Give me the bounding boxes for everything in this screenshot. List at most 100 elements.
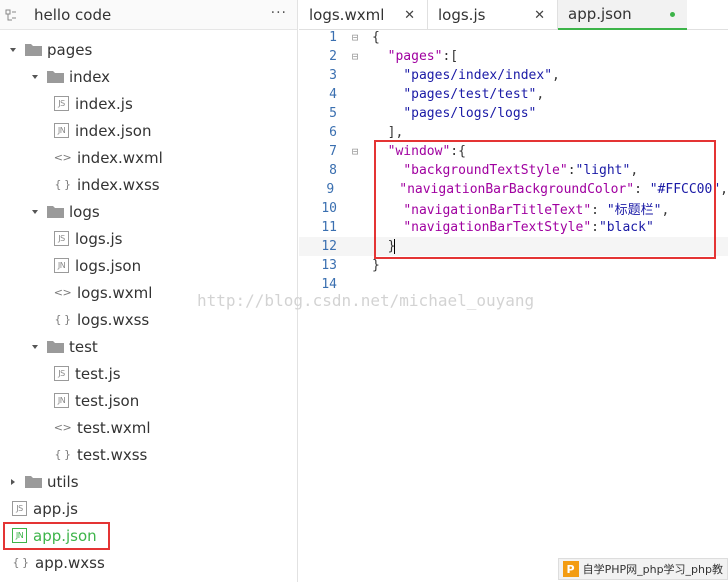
folder-icon (46, 69, 65, 84)
json-file-icon: JN (54, 258, 69, 273)
tree-item-label: index.wxml (77, 148, 163, 167)
tab-logs-js[interactable]: logs.js ✕ (428, 0, 557, 30)
line-number: 10 (321, 201, 337, 216)
editor-tabs: logs.wxml ✕ logs.js ✕ app.json (299, 0, 728, 30)
folder-pages[interactable]: pages (0, 36, 298, 63)
file-test-wxss[interactable]: { } test.wxss (0, 441, 298, 468)
wxss-file-icon: { } (54, 178, 72, 191)
tab-label: app.json (568, 5, 632, 23)
line-number: 3 (329, 68, 337, 83)
file-index-wxml[interactable]: <> index.wxml (0, 144, 298, 171)
tree-item-label: index (69, 67, 111, 86)
close-icon[interactable]: ✕ (404, 8, 415, 23)
wxml-file-icon: <> (53, 151, 72, 164)
tab-label: logs.js (438, 6, 486, 24)
project-header: hello code ··· (0, 0, 297, 30)
code-text: "pages":[ (387, 49, 459, 64)
folder-icon (46, 204, 65, 219)
unsaved-dot-icon (670, 12, 675, 17)
folder-utils[interactable]: utils (0, 468, 298, 495)
code-line[interactable]: 4 "pages/test/test", (299, 85, 728, 104)
tree-item-label: test.wxss (77, 445, 148, 464)
code-line[interactable]: 3 "pages/index/index", (299, 66, 728, 85)
code-line[interactable]: 2 ⊟ "pages":[ (299, 47, 728, 66)
tree-item-label: logs.json (75, 256, 142, 275)
line-number: 9 (326, 182, 335, 197)
tree-item-label: index.json (75, 121, 152, 140)
tree-item-label: logs.wxss (77, 310, 150, 329)
line-number: 1 (329, 30, 337, 45)
file-test-js[interactable]: JS test.js (0, 360, 298, 387)
line-number: 6 (329, 125, 337, 140)
file-app-js[interactable]: JS app.js (0, 495, 298, 522)
tree-collapse-icon[interactable] (0, 0, 22, 30)
code-text: ], (387, 125, 404, 140)
file-logs-wxss[interactable]: { } logs.wxss (0, 306, 298, 333)
file-app-wxss[interactable]: { } app.wxss (0, 549, 298, 576)
fold-toggle-icon[interactable]: ⊟ (347, 31, 363, 44)
file-index-json[interactable]: JN index.json (0, 117, 298, 144)
tree-item-label: test (69, 337, 98, 356)
line-number: 12 (321, 239, 337, 254)
code-line[interactable]: 5 "pages/logs/logs" (299, 104, 728, 123)
chevron-down-icon[interactable] (30, 63, 40, 90)
line-number: 13 (321, 258, 337, 273)
code-line[interactable]: 1 ⊟ { (299, 28, 728, 47)
folder-test[interactable]: test (0, 333, 298, 360)
file-test-wxml[interactable]: <> test.wxml (0, 414, 298, 441)
js-file-icon: JS (54, 231, 69, 246)
wxml-file-icon: <> (53, 286, 72, 299)
tree-item-label: index.wxss (77, 175, 160, 194)
line-number: 8 (329, 163, 337, 178)
more-options-icon[interactable]: ··· (271, 5, 287, 21)
folder-icon (46, 339, 65, 354)
fold-toggle-icon[interactable]: ⊟ (347, 50, 363, 63)
folder-logs[interactable]: logs (0, 198, 298, 225)
tree-item-label: logs.js (75, 229, 123, 248)
file-test-json[interactable]: JN test.json (0, 387, 298, 414)
file-logs-js[interactable]: JS logs.js (0, 225, 298, 252)
file-index-js[interactable]: JS index.js (0, 90, 298, 117)
chevron-down-icon[interactable] (8, 36, 18, 63)
line-number: 14 (321, 277, 337, 292)
tree-item-label: logs (69, 202, 100, 221)
chevron-down-icon[interactable] (30, 333, 40, 360)
tree-item-label: app.js (33, 499, 78, 518)
project-title: hello code (34, 5, 112, 24)
line-number: 7 (329, 144, 337, 159)
code-text: "pages/test/test", (403, 87, 545, 102)
json-file-icon: JN (54, 123, 69, 138)
file-index-wxss[interactable]: { } index.wxss (0, 171, 298, 198)
watermark: http://blog.csdn.net/michael_ouyang (197, 291, 535, 310)
tree-item-label: pages (47, 40, 93, 59)
wxml-file-icon: <> (53, 421, 72, 434)
folder-icon (24, 474, 43, 489)
wxss-file-icon: { } (54, 313, 72, 326)
close-icon[interactable]: ✕ (534, 8, 545, 23)
tree-item-label: utils (47, 472, 79, 491)
line-number: 11 (321, 220, 337, 235)
line-number: 4 (329, 87, 337, 102)
fold-toggle-icon[interactable]: ⊟ (347, 145, 363, 158)
folder-icon (24, 42, 43, 57)
code-text: "pages/logs/logs" (403, 106, 537, 121)
line-number: 5 (329, 106, 337, 121)
tree-item-label: index.js (75, 94, 133, 113)
folder-index[interactable]: index (0, 63, 298, 90)
file-logs-json[interactable]: JN logs.json (0, 252, 298, 279)
line-number: 2 (329, 49, 337, 64)
js-file-icon: JS (54, 366, 69, 381)
json-file-icon: JN (54, 393, 69, 408)
chevron-right-icon[interactable] (8, 468, 18, 495)
annotation-highlight-box (374, 140, 716, 259)
wxss-file-icon: { } (54, 448, 72, 461)
tab-logs-wxml[interactable]: logs.wxml ✕ (299, 0, 427, 30)
tree-item-label: test.js (75, 364, 121, 383)
js-file-icon: JS (54, 96, 69, 111)
annotation-highlight-box (3, 522, 110, 550)
chevron-down-icon[interactable] (30, 198, 40, 225)
tree-item-label: test.wxml (77, 418, 151, 437)
tree-item-label: logs.wxml (77, 283, 153, 302)
tab-label: logs.wxml (309, 6, 385, 24)
tab-app-json[interactable]: app.json (558, 0, 687, 30)
